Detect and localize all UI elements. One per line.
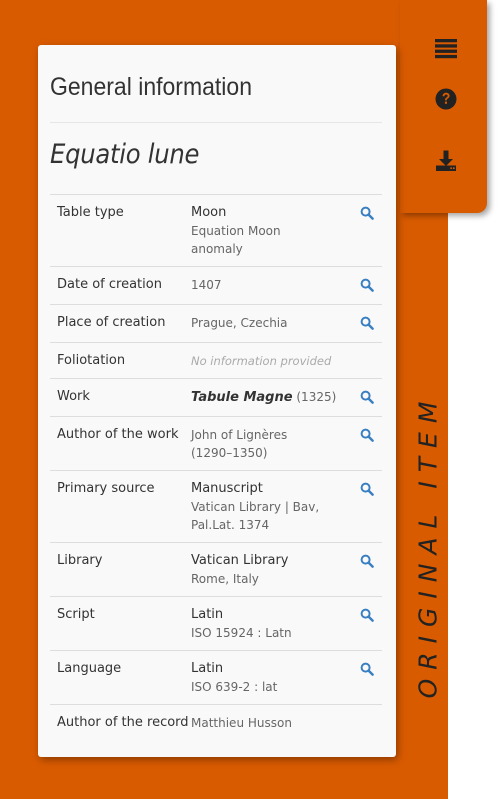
info-table: Table type Moon Equation Moon anomaly Da… xyxy=(50,194,382,740)
value-main: Manuscript xyxy=(191,481,263,496)
row-label: Date of creation xyxy=(50,266,191,305)
row-label: Library xyxy=(50,542,191,597)
row-value: Manuscript Vatican Library | Bav, Pal.La… xyxy=(191,470,351,543)
value-sub: ISO 15924 : Latn xyxy=(191,626,292,640)
search-icon[interactable] xyxy=(360,205,374,220)
row-label: Language xyxy=(50,650,191,705)
value-sub: Vatican Library | Bav, xyxy=(191,500,320,514)
table-row: Work Tabule Magne (1325) xyxy=(50,378,382,417)
row-value: Matthieu Husson xyxy=(191,704,351,740)
help-icon[interactable] xyxy=(434,87,458,111)
search-icon[interactable] xyxy=(360,607,374,622)
original-item-label: ORIGINAL ITEM xyxy=(413,392,443,698)
row-label: Script xyxy=(50,596,191,651)
row-value: Prague, Czechia xyxy=(191,304,351,343)
row-value: Latin ISO 15924 : Latn xyxy=(191,596,351,651)
search-icon[interactable] xyxy=(360,481,374,496)
table-row: Place of creation Prague, Czechia xyxy=(50,304,382,343)
general-information-card: General information Equatio lune Table t… xyxy=(38,45,396,757)
value-sub: Pal.Lat. 1374 xyxy=(191,518,270,532)
list-icon[interactable] xyxy=(434,37,458,61)
author-dates: (1290–1350) xyxy=(191,446,268,460)
table-row: Foliotation No information provided xyxy=(50,342,382,379)
row-label: Foliotation xyxy=(50,342,191,379)
search-icon[interactable] xyxy=(360,389,374,404)
value-main: Latin xyxy=(191,661,224,676)
search-icon[interactable] xyxy=(360,661,374,676)
value-sub: anomaly xyxy=(191,242,243,256)
card-heading: General information xyxy=(50,73,252,101)
table-row: Script Latin ISO 15924 : Latn xyxy=(50,596,382,651)
author-name: John of Lignères xyxy=(191,428,288,442)
row-value: Vatican Library Rome, Italy xyxy=(191,542,351,597)
search-icon[interactable] xyxy=(360,553,374,568)
no-information-text: No information provided xyxy=(191,354,332,368)
work-year: (1325) xyxy=(296,390,337,404)
value-sub: Equation Moon xyxy=(191,224,281,238)
value-sub: ISO 639-2 : lat xyxy=(191,680,278,694)
row-value: No information provided xyxy=(191,342,351,379)
value-main: Vatican Library xyxy=(191,553,289,568)
divider xyxy=(50,122,382,123)
row-label: Primary source xyxy=(50,470,191,543)
value-sub: Rome, Italy xyxy=(191,572,259,586)
row-value: Latin ISO 639-2 : lat xyxy=(191,650,351,705)
item-title: Equatio lune xyxy=(50,139,200,170)
search-icon[interactable] xyxy=(360,277,374,292)
row-value: John of Lignères (1290–1350) xyxy=(191,416,351,471)
value-main: Latin xyxy=(191,607,224,622)
table-row: Library Vatican Library Rome, Italy xyxy=(50,542,382,597)
table-row: Primary source Manuscript Vatican Librar… xyxy=(50,470,382,543)
download-icon[interactable] xyxy=(434,149,458,173)
row-value: 1407 xyxy=(191,266,351,305)
search-icon[interactable] xyxy=(360,315,374,330)
table-row: Date of creation 1407 xyxy=(50,266,382,305)
row-label: Author of the record xyxy=(50,704,191,740)
row-label: Work xyxy=(50,378,191,417)
work-title: Tabule Magne xyxy=(191,390,293,405)
table-row: Author of the record Matthieu Husson xyxy=(50,704,382,740)
row-label: Place of creation xyxy=(50,304,191,343)
row-value: Tabule Magne (1325) xyxy=(191,378,351,417)
row-value: Moon Equation Moon anomaly xyxy=(191,194,351,267)
row-label: Author of the work xyxy=(50,416,191,471)
search-icon[interactable] xyxy=(360,427,374,442)
table-row: Author of the work John of Lignères (129… xyxy=(50,416,382,471)
row-label: Table type xyxy=(50,194,191,267)
table-row: Language Latin ISO 639-2 : lat xyxy=(50,650,382,705)
table-row: Table type Moon Equation Moon anomaly xyxy=(50,194,382,267)
value-main: Moon xyxy=(191,205,227,220)
